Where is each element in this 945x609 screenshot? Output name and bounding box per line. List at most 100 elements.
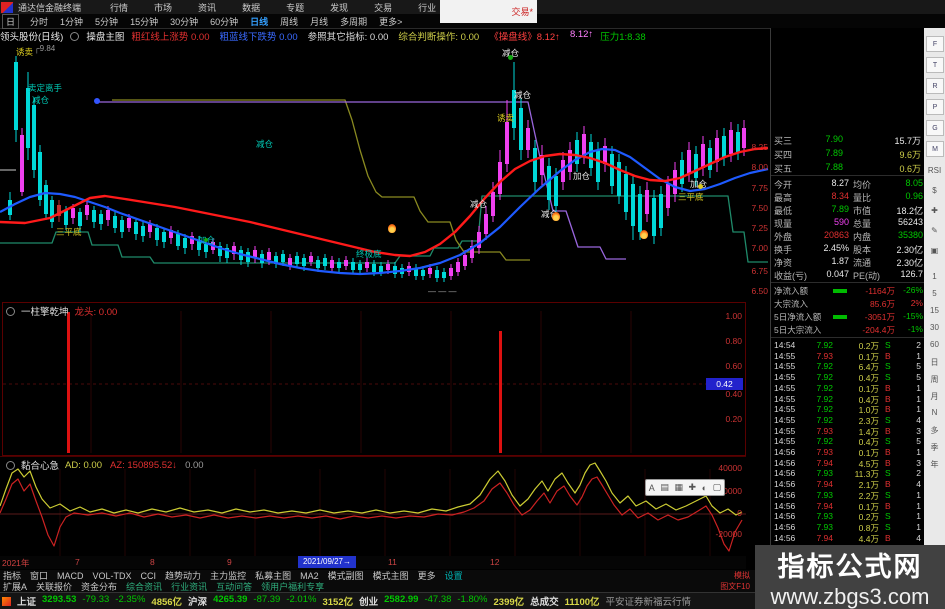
tick-row: 14:56 7.93 11.3万 S 2 — [771, 468, 925, 479]
mini-toolbar-icon[interactable]: ▤ — [660, 482, 669, 493]
tick-time: 14:55 — [774, 382, 796, 393]
tick-price: 7.92 — [816, 393, 833, 404]
panel3-indicator-value: 0.00 — [185, 459, 204, 471]
period-item[interactable]: 分时 — [24, 15, 54, 28]
corner-link-2[interactable]: 图文F10 — [690, 581, 750, 592]
bid-label: 买三 — [774, 136, 793, 146]
menu-item-数据[interactable]: 数据 — [229, 1, 273, 14]
period-item[interactable]: 月线 — [304, 15, 334, 28]
status-text: 2582.99 — [384, 594, 419, 605]
menu-item-市场[interactable]: 市场 — [141, 1, 185, 14]
info-label: 流通 — [853, 258, 872, 268]
menu-item-行情[interactable]: 行情 — [97, 1, 141, 14]
status-bar-icon[interactable] — [2, 596, 11, 606]
floating-mini-toolbar[interactable]: A ▤ ▦ ✚ ◐ ▢ — [645, 479, 725, 496]
mini-toolbar-icon[interactable]: ✚ — [689, 482, 697, 493]
indicator-tab-MACD[interactable]: MACD — [57, 571, 84, 581]
period-item[interactable]: 周线 — [274, 15, 304, 28]
info-row: 净资 1.87 流通 2.30亿 — [771, 256, 925, 269]
tick-row: 14:55 7.92 0.1万 B 1 — [771, 383, 925, 394]
tick-count: 1 — [916, 447, 921, 457]
header-indicator-value: 参照其它指标: 0.00 — [307, 32, 389, 43]
indicator-panel-2[interactable] — [2, 302, 746, 456]
strip-period-月[interactable]: 月 — [924, 391, 945, 402]
tick-direction: B — [885, 500, 891, 511]
mini-toolbar-icon[interactable]: ▢ — [713, 482, 722, 493]
corner-link-1[interactable]: 模拟 — [690, 570, 750, 581]
period-item[interactable]: 5分钟 — [89, 15, 124, 28]
strip-tool-▣[interactable]: ▣ — [924, 246, 945, 255]
divider-handle[interactable]: — — — — [428, 287, 456, 296]
period-box-day[interactable]: 日 — [2, 13, 20, 29]
menu-item-资讯[interactable]: 资讯 — [185, 1, 229, 14]
panel3-title: 黏合心急 AD: 0.00 AZ: 150895.52↓ 0.00 — [6, 458, 204, 472]
mini-toolbar-icon[interactable]: A — [649, 483, 655, 493]
flow-value: 85.6万 — [869, 299, 895, 309]
panel3-scale-label: 40000 — [718, 463, 742, 473]
menu-item-专题[interactable]: 专题 — [273, 1, 317, 14]
panel3-name[interactable]: 黏合心急 — [21, 458, 59, 472]
info-label: 今开 — [774, 180, 793, 190]
indicator-name[interactable]: 操盘主图 — [86, 29, 124, 43]
indicator-tab-MA2[interactable]: MA2 — [300, 571, 319, 581]
strip-icon-M[interactable]: M — [926, 141, 944, 157]
panel2-scale-label: 0.40 — [725, 389, 742, 399]
strip-tool-RSI[interactable]: RSI — [924, 166, 945, 175]
main-chart[interactable] — [0, 44, 770, 300]
panel2-title: 一柱擎乾坤 龙头: 0.00 — [6, 304, 117, 318]
strip-tool-$[interactable]: $ — [924, 186, 945, 195]
period-item[interactable]: 日线 — [244, 15, 274, 28]
strip-period-30[interactable]: 30 — [924, 323, 945, 332]
tick-time: 14:55 — [774, 425, 796, 436]
tick-count: 5 — [916, 361, 921, 372]
tick-count: 2 — [916, 468, 921, 479]
strip-icon-F[interactable]: F — [926, 36, 944, 52]
strip-period-N[interactable]: N — [924, 408, 945, 417]
strip-period-年[interactable]: 年 — [924, 459, 945, 470]
strip-period-周[interactable]: 周 — [924, 374, 945, 385]
strip-tool-✚[interactable]: ✚ — [924, 206, 945, 215]
indicator-menu-icon[interactable] — [70, 31, 80, 41]
period-item[interactable]: 更多> — [373, 15, 408, 28]
info-value: 2.30亿 — [896, 258, 923, 268]
panel3-menu-icon[interactable] — [6, 460, 15, 470]
info-label: 外盘 — [774, 232, 793, 242]
strip-icon-G[interactable]: G — [926, 120, 944, 136]
marker-dot — [204, 238, 208, 242]
period-item[interactable]: 60分钟 — [204, 15, 244, 28]
right-tool-strip: F T R P G M RSI $ ✚ ✎ ▣ 1 5 15 30 60 日周月 N 多季年 — [924, 28, 945, 545]
strip-period-5[interactable]: 5 — [924, 289, 945, 298]
date-axis-selected[interactable]: 2021/09/27→ — [298, 556, 356, 568]
tick-price: 7.94 — [816, 500, 833, 511]
indicator-tab-CCI[interactable]: CCI — [141, 571, 157, 581]
strip-icon-T[interactable]: T — [926, 57, 944, 73]
strip-period-60[interactable]: 60 — [924, 340, 945, 349]
strip-icon-P[interactable]: P — [926, 99, 944, 115]
panel2-name[interactable]: 一柱擎乾坤 — [21, 304, 69, 318]
trade-overlay-window[interactable]: 交易* — [440, 0, 537, 23]
period-item[interactable]: 多周期 — [334, 15, 373, 28]
indicator-tab-VOL-TDX[interactable]: VOL-TDX — [93, 571, 132, 581]
bid-row: 买四 7.89 9.6万 — [771, 147, 925, 161]
menu-item-交易[interactable]: 交易 — [361, 1, 405, 14]
mini-toolbar-icon[interactable]: ◐ — [702, 483, 707, 493]
tick-row: 14:55 7.93 1.4万 B 3 — [771, 426, 925, 437]
flow-bar-icon — [833, 315, 847, 319]
period-item[interactable]: 30分钟 — [164, 15, 204, 28]
info-value: 590 — [833, 217, 849, 227]
menu-item-发现[interactable]: 发现 — [317, 1, 361, 14]
period-item[interactable]: 1分钟 — [54, 15, 89, 28]
strip-period-多[interactable]: 多 — [924, 425, 945, 436]
strip-icon-R[interactable]: R — [926, 78, 944, 94]
app-title: 通达信金融终端 — [18, 2, 82, 13]
mini-toolbar-icon[interactable]: ▦ — [674, 482, 683, 493]
strip-period-15[interactable]: 15 — [924, 306, 945, 315]
strip-tool-✎[interactable]: ✎ — [924, 226, 945, 235]
strip-period-日[interactable]: 日 — [924, 357, 945, 368]
status-text: -1.80% — [457, 594, 488, 605]
signal-label-三平底: 三平底 — [56, 227, 82, 237]
period-item[interactable]: 15分钟 — [124, 15, 164, 28]
panel2-menu-icon[interactable] — [6, 306, 15, 316]
strip-period-季[interactable]: 季 — [924, 442, 945, 453]
strip-period-1[interactable]: 1 — [924, 272, 945, 281]
